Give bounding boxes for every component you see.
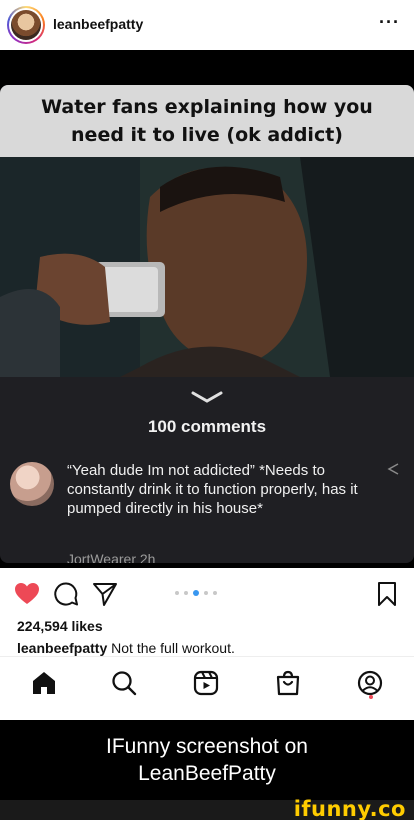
search-icon[interactable] (110, 669, 138, 697)
comment-meta: JortWearer 2h (67, 551, 156, 563)
carousel-dot (175, 591, 179, 595)
commenter-avatar (10, 462, 54, 506)
comment-icon[interactable] (53, 581, 79, 607)
heart-icon[interactable] (14, 582, 40, 606)
comment-text: “Yeah dude Im not addicted” *Needs to co… (67, 462, 358, 517)
bottom-nav (0, 656, 414, 720)
carousel-dot (193, 590, 199, 596)
meme-caption: Water fans explaining how you need it to… (41, 96, 373, 146)
avatar[interactable] (7, 6, 45, 44)
chevron-down-icon[interactable] (191, 391, 223, 403)
caption-text: Not the full workout. (111, 640, 235, 656)
comments-title: 100 comments (147, 417, 267, 436)
post-header: leanbeefpatty ··· (0, 0, 414, 50)
post-image[interactable]: Water fans explaining how you need it to… (0, 50, 414, 568)
shop-icon[interactable] (274, 669, 302, 697)
meme-photo (0, 157, 414, 377)
notification-dot (369, 695, 373, 699)
action-bar (0, 568, 414, 618)
meme-card: Water fans explaining how you need it to… (0, 85, 414, 563)
carousel-dot (184, 591, 188, 595)
share-icon (387, 463, 399, 475)
post-caption: leanbeefpatty Not the full workout. (17, 640, 235, 656)
ifunny-watermark: ifunny.co (293, 797, 406, 820)
caption-username[interactable]: leanbeefpatty (17, 640, 107, 656)
home-icon[interactable] (30, 669, 58, 697)
carousel-dot (213, 591, 217, 595)
bookmark-icon[interactable] (377, 581, 397, 607)
more-options-icon[interactable]: ··· (379, 12, 400, 33)
profile-icon[interactable] (356, 669, 384, 697)
carousel-dot (204, 591, 208, 595)
screenshot-banner: IFunny screenshot on LeanBeefPatty (0, 720, 414, 800)
carousel-indicator (175, 590, 217, 596)
likes-count[interactable]: 224,594 likes (17, 618, 103, 634)
banner-text: IFunny screenshot on LeanBeefPatty (106, 735, 308, 785)
meme-caption-box: Water fans explaining how you need it to… (0, 85, 414, 157)
username[interactable]: leanbeefpatty (53, 16, 143, 32)
send-icon[interactable] (92, 581, 118, 607)
reels-icon[interactable] (192, 669, 220, 697)
